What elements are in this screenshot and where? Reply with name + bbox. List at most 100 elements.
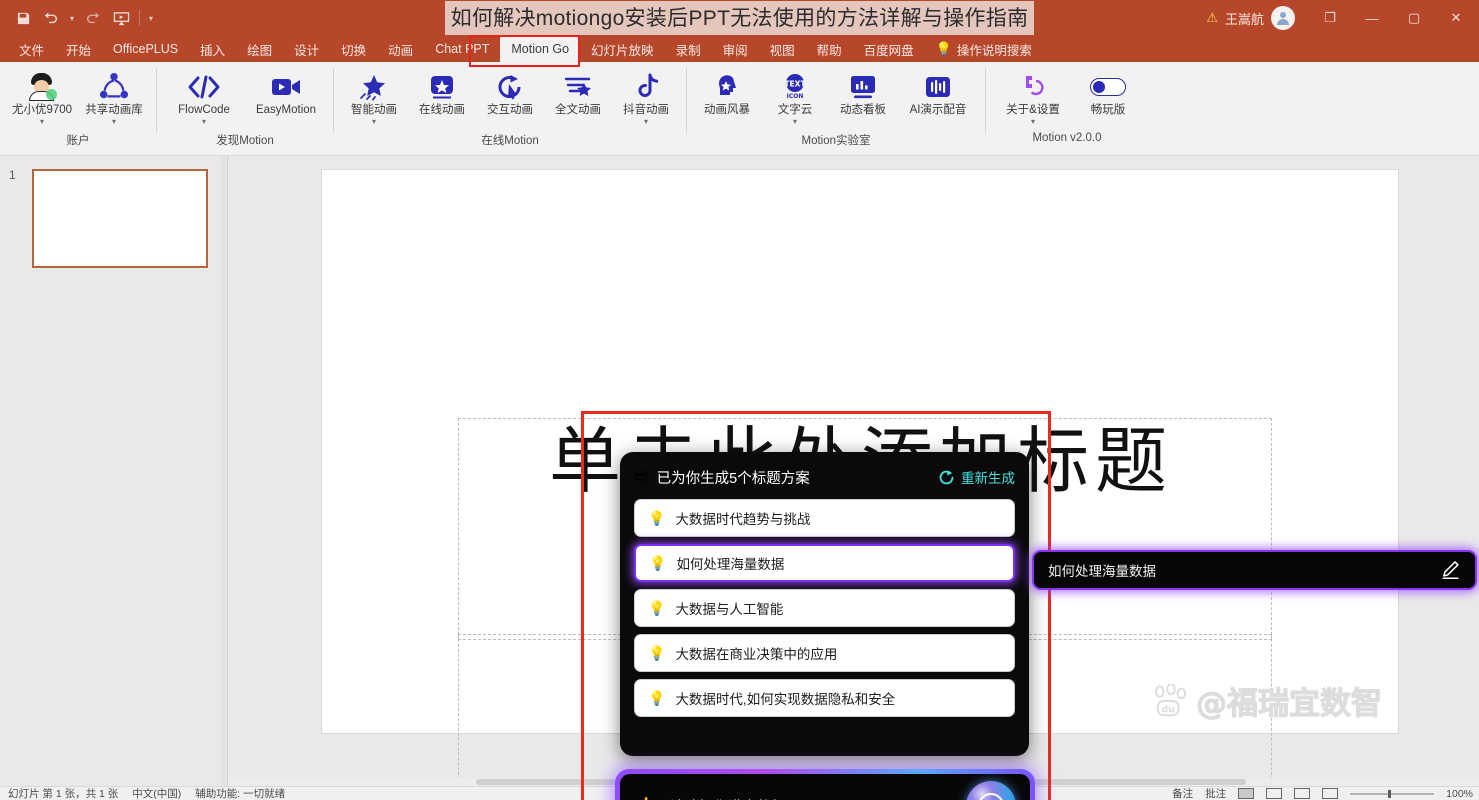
chevron-down-icon[interactable]: ▾: [372, 118, 376, 126]
selected-title-edit-bar[interactable]: 如何处理海量数据: [1032, 550, 1477, 590]
tab-draw[interactable]: 绘图: [236, 36, 283, 62]
tab-home[interactable]: 开始: [55, 36, 102, 62]
tab-record[interactable]: 录制: [665, 36, 712, 62]
ribbon-item-label: 关于&设置: [1006, 104, 1060, 116]
pencil-edit-icon[interactable]: [1439, 559, 1461, 581]
svg-text:du: du: [1161, 704, 1174, 715]
tab-transitions[interactable]: 切换: [330, 36, 377, 62]
thumbnail-scrollbar[interactable]: [221, 156, 226, 786]
slide-thumbnail-1[interactable]: [32, 169, 208, 268]
ribbon-item-smart-animation[interactable]: 智能动画 ▾: [342, 66, 406, 126]
chevron-down-icon[interactable]: ▾: [202, 118, 206, 126]
redo-icon[interactable]: [80, 6, 106, 30]
tab-officeplus[interactable]: OfficePLUS: [102, 36, 189, 62]
view-slideshow-button[interactable]: [1322, 788, 1339, 799]
tab-motion-go[interactable]: Motion Go: [500, 36, 581, 62]
tab-file[interactable]: 文件: [8, 36, 55, 62]
settings-hand-icon: [1018, 70, 1048, 104]
view-normal-button[interactable]: [1238, 788, 1255, 799]
ribbon-item-douyin-animation[interactable]: 抖音动画 ▾: [614, 66, 678, 126]
ribbon-item-easymotion[interactable]: EasyMotion: [247, 66, 325, 117]
ribbon-item-about-settings[interactable]: 关于&设置 ▾: [994, 66, 1072, 126]
account-name[interactable]: 王嵩航: [1225, 9, 1264, 28]
tab-help[interactable]: 帮助: [806, 36, 853, 62]
title-option-text: 大数据时代,如何实现数据隐私和安全: [675, 692, 896, 707]
status-comments-button[interactable]: 批注: [1205, 787, 1226, 800]
tab-design[interactable]: 设计: [283, 36, 330, 62]
ribbon-item-dynamic-dashboard[interactable]: 动态看板: [831, 66, 895, 117]
zoom-level[interactable]: 100%: [1446, 788, 1473, 800]
title-option-text: 大数据与人工智能: [675, 602, 784, 617]
qat-more-caret[interactable]: ▾: [145, 14, 157, 23]
ribbon-item-label: 智能动画: [351, 104, 397, 116]
tab-baidu-netdisk[interactable]: 百度网盘: [853, 36, 925, 62]
ribbon-group-discover-motion: FlowCode ▾ EasyMotion 发现Motion: [157, 62, 333, 155]
tab-insert[interactable]: 插入: [189, 36, 236, 62]
tab-review[interactable]: 审阅: [712, 36, 759, 62]
chevron-down-icon[interactable]: ▾: [112, 118, 116, 126]
regenerate-button[interactable]: 重新生成: [938, 467, 1015, 487]
zoom-slider[interactable]: [1350, 789, 1435, 798]
slide-thumbnail-pane: 1: [0, 156, 228, 786]
title-option-text: 如何处理海量数据: [676, 557, 785, 572]
ribbon-item-word-cloud[interactable]: TEXT ICON 文字云 ▾: [763, 66, 827, 126]
maximize-button[interactable]: ▢: [1393, 2, 1435, 34]
lightbulb-icon: 💡: [648, 509, 666, 526]
powerpoint-window: ▾ ▾ 如何解决motiongo安装后PPT无法使用的方法详解与操作指南 ⚠ 王…: [0, 0, 1479, 800]
slide-thumbnail-number: 1: [9, 168, 16, 182]
ribbon-item-label: FlowCode: [178, 104, 230, 116]
title-option-5[interactable]: 💡 大数据时代,如何实现数据隐私和安全: [634, 679, 1015, 717]
title-option-3[interactable]: 💡 大数据与人工智能: [634, 589, 1015, 627]
ribbon-item-ai-voiceover[interactable]: AI演示配音: [899, 66, 977, 117]
title-option-1[interactable]: 💡 大数据时代趋势与挑战: [634, 499, 1015, 537]
ribbon-item-label: AI演示配音: [909, 104, 967, 116]
tell-me-search[interactable]: 💡 操作说明搜索: [925, 36, 1043, 62]
cursor-circle-icon: [496, 70, 525, 104]
undo-icon[interactable]: [38, 6, 64, 30]
undo-dropdown-caret[interactable]: ▾: [66, 14, 78, 23]
prompt-bar-glow: 👆 请选择你满意的标题 ✕: [615, 769, 1035, 800]
share-network-icon: [99, 70, 129, 104]
ribbon-tab-bar: 文件 开始 OfficePLUS 插入 绘图 设计 切换 动画 Chat PPT…: [0, 36, 1479, 62]
ribbon: 尤小优9700 ▾ 共享动画库 ▾ 账户 FlowCode ▾ EasyMoti…: [0, 62, 1479, 156]
ribbon-item-online-animation[interactable]: 在线动画: [410, 66, 474, 117]
status-notes-button[interactable]: 备注: [1172, 787, 1193, 800]
lightbulb-icon: 💡: [648, 599, 666, 616]
toggle-switch-icon[interactable]: [1090, 70, 1126, 104]
status-accessibility[interactable]: 辅助功能: 一切就绪: [195, 787, 285, 800]
ribbon-item-user-account[interactable]: 尤小优9700 ▾: [8, 66, 76, 126]
close-orb-icon[interactable]: ✕: [966, 781, 1016, 800]
status-language[interactable]: 中文(中国): [132, 787, 181, 800]
tab-chatppt[interactable]: Chat PPT: [424, 36, 500, 62]
ribbon-group-label: Motion v2.0.0: [1032, 132, 1102, 144]
ribbon-item-flowcode[interactable]: FlowCode ▾: [165, 66, 243, 126]
title-option-2-selected[interactable]: 💡 如何处理海量数据: [634, 544, 1015, 582]
view-reading-button[interactable]: [1294, 788, 1311, 799]
selected-title-text: 如何处理海量数据: [1048, 564, 1156, 579]
ribbon-item-play-edition[interactable]: 畅玩版: [1076, 66, 1140, 117]
view-sorter-button[interactable]: [1266, 788, 1283, 799]
save-icon[interactable]: [10, 6, 36, 30]
prompt-bar[interactable]: 👆 请选择你满意的标题 ✕: [620, 774, 1030, 800]
chevron-down-icon[interactable]: ▾: [40, 118, 44, 126]
ribbon-item-fulltext-animation[interactable]: 全文动画: [546, 66, 610, 117]
ribbon-item-interactive-animation[interactable]: 交互动画: [478, 66, 542, 117]
tab-view[interactable]: 视图: [759, 36, 806, 62]
ribbon-item-animation-storm[interactable]: 动画风暴: [695, 66, 759, 117]
ribbon-display-options-button[interactable]: ❐: [1309, 2, 1351, 34]
warning-icon[interactable]: ⚠: [1206, 10, 1218, 26]
avatar[interactable]: [1271, 6, 1295, 30]
close-icon: ✕: [978, 793, 1004, 800]
tab-slideshow[interactable]: 幻灯片放映: [580, 36, 665, 62]
chevron-down-icon[interactable]: ▾: [793, 118, 797, 126]
tab-animations[interactable]: 动画: [377, 36, 424, 62]
minimize-button[interactable]: —: [1351, 2, 1393, 34]
close-button[interactable]: ✕: [1435, 2, 1477, 34]
title-option-4[interactable]: 💡 大数据在商业决策中的应用: [634, 634, 1015, 672]
ribbon-item-shared-animation-library[interactable]: 共享动画库 ▾: [80, 66, 148, 126]
star-box-icon: [428, 70, 456, 104]
chevron-down-icon[interactable]: ▾: [644, 118, 648, 126]
presentation-icon[interactable]: [108, 6, 134, 30]
title-option-text: 大数据时代趋势与挑战: [675, 512, 811, 527]
chevron-down-icon[interactable]: ▾: [1031, 118, 1035, 126]
